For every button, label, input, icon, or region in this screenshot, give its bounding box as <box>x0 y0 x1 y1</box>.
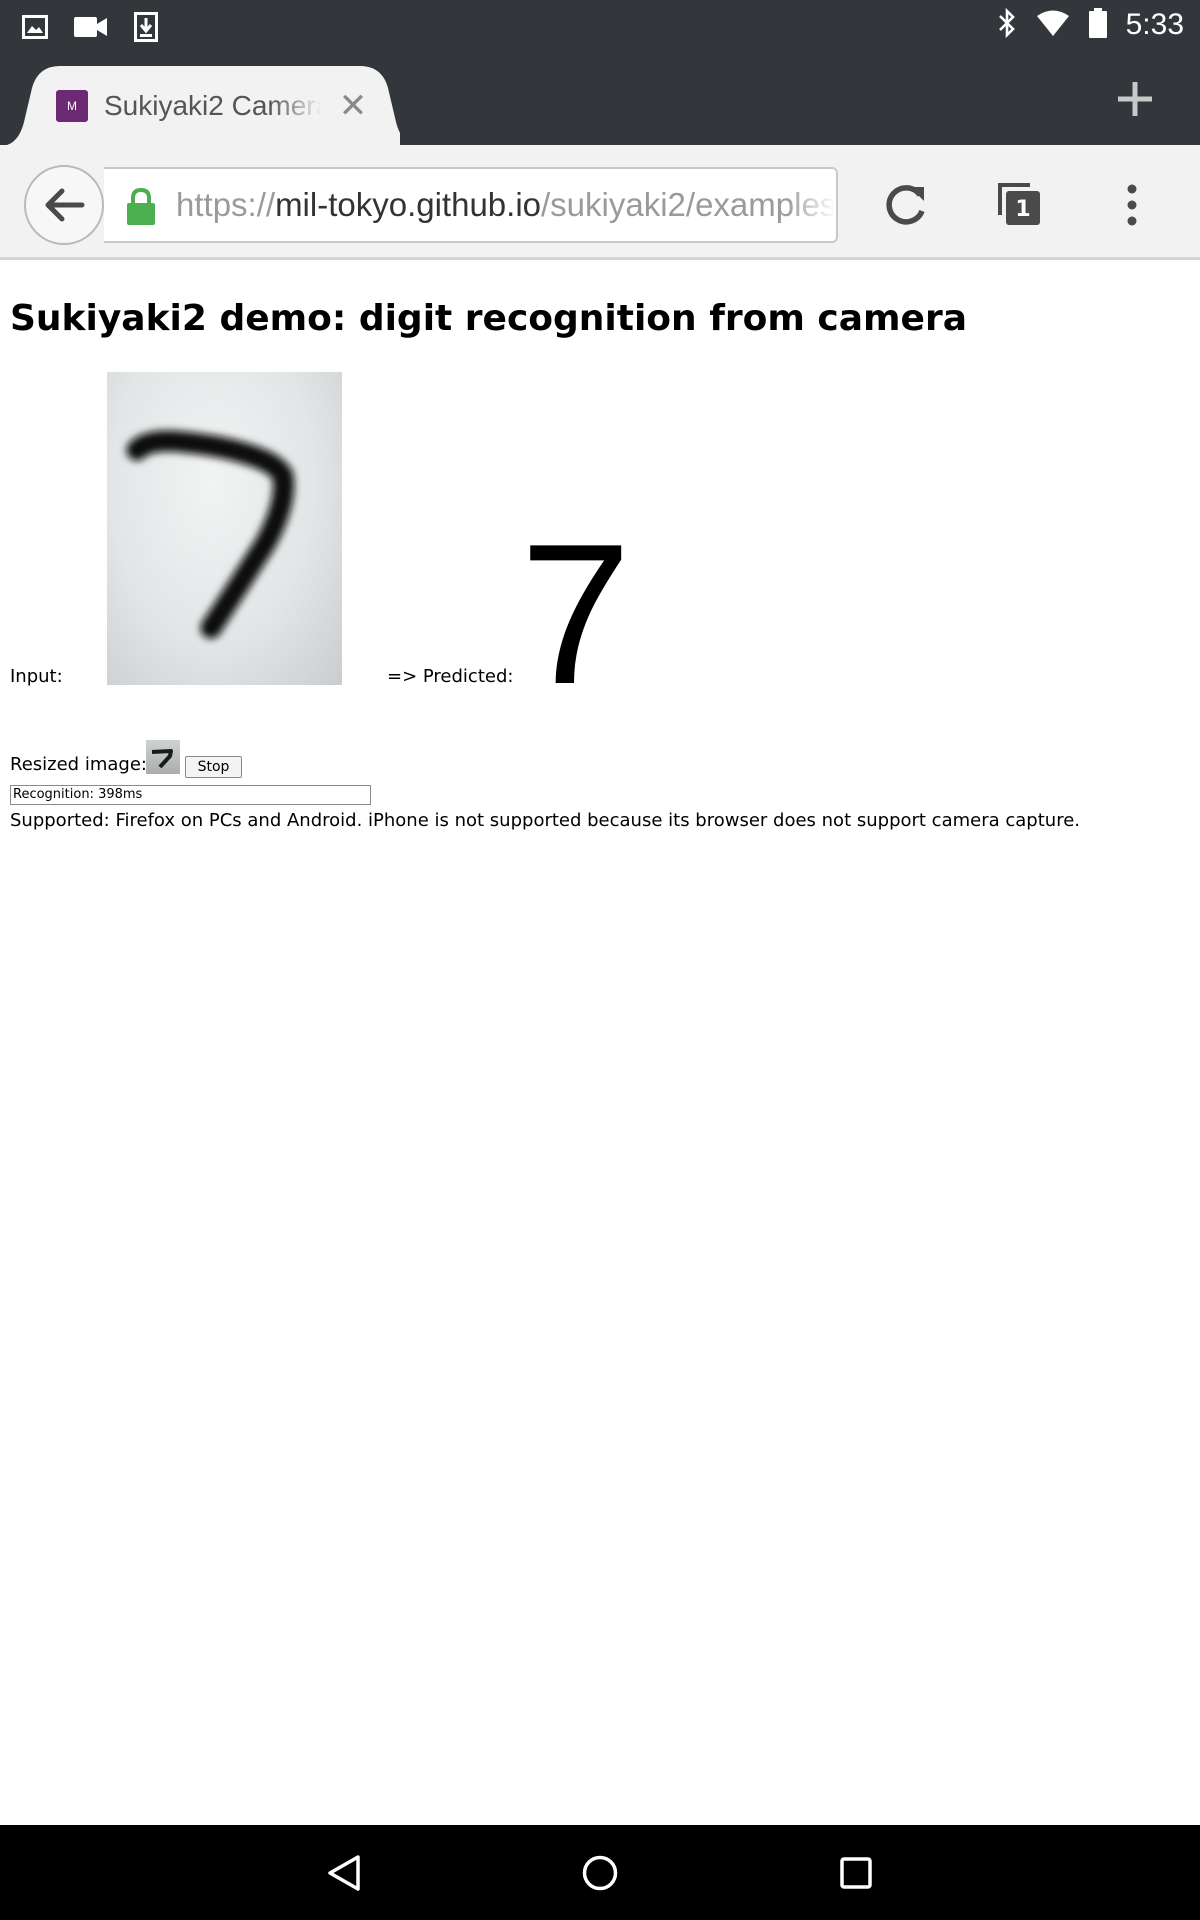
battery-icon <box>1088 8 1108 42</box>
lock-icon <box>126 187 156 227</box>
web-page: Sukiyaki2 demo: digit recognition from c… <box>0 260 1200 1825</box>
url-host: mil-tokyo.github.io <box>275 186 542 223</box>
back-arrow-icon <box>45 188 85 222</box>
download-icon <box>134 12 158 46</box>
tab-strip: M Sukiyaki2 Camera ✕ <box>0 50 1200 146</box>
predicted-label: => Predicted: <box>387 666 514 687</box>
url-text: https://mil-tokyo.github.io/sukiyaki2/ex… <box>176 169 836 241</box>
supported-note: Supported: Firefox on PCs and Android. i… <box>10 810 1080 831</box>
menu-icon[interactable] <box>1108 181 1156 229</box>
tab-switcher-button[interactable]: 1 <box>996 181 1044 229</box>
resized-image <box>146 740 180 774</box>
resized-seven-image <box>151 749 173 769</box>
bluetooth-icon <box>996 7 1018 42</box>
browser-toolbar: https://mil-tokyo.github.io/sukiyaki2/ex… <box>0 145 1200 260</box>
predicted-digit: 7 <box>520 503 632 726</box>
image-icon <box>22 15 48 43</box>
reload-icon[interactable] <box>882 181 930 229</box>
url-fade <box>786 169 836 241</box>
recents-nav-icon[interactable] <box>836 1853 876 1893</box>
videocam-icon <box>74 16 108 42</box>
tab-count: 1 <box>1015 197 1031 222</box>
tab-title-fade <box>270 86 322 126</box>
close-tab-icon[interactable]: ✕ <box>338 86 368 126</box>
camera-feed-image <box>107 372 342 685</box>
input-label: Input: <box>10 666 63 687</box>
wifi-icon <box>1036 9 1070 41</box>
recognition-time-field: Recognition: 398ms <box>10 785 371 805</box>
page-title: Sukiyaki2 demo: digit recognition from c… <box>10 298 968 339</box>
new-tab-icon[interactable] <box>1112 76 1158 122</box>
favicon: M <box>56 90 88 122</box>
notification-icons <box>22 12 158 46</box>
stop-button[interactable]: Stop <box>185 756 242 778</box>
navigation-bar <box>0 1825 1200 1920</box>
system-status: 5:33 <box>996 7 1184 42</box>
home-nav-icon[interactable] <box>580 1853 620 1893</box>
clock: 5:33 <box>1125 8 1184 41</box>
url-scheme: https:// <box>176 186 276 223</box>
status-bar: 5:33 <box>0 0 1200 50</box>
back-button[interactable] <box>24 165 104 245</box>
resized-image-label: Resized image: <box>10 754 147 775</box>
browser-tab[interactable]: M Sukiyaki2 Camera ✕ <box>0 66 400 146</box>
back-nav-icon[interactable] <box>324 1853 364 1893</box>
handwritten-seven-image <box>126 430 295 639</box>
address-bar[interactable]: https://mil-tokyo.github.io/sukiyaki2/ex… <box>104 167 838 243</box>
